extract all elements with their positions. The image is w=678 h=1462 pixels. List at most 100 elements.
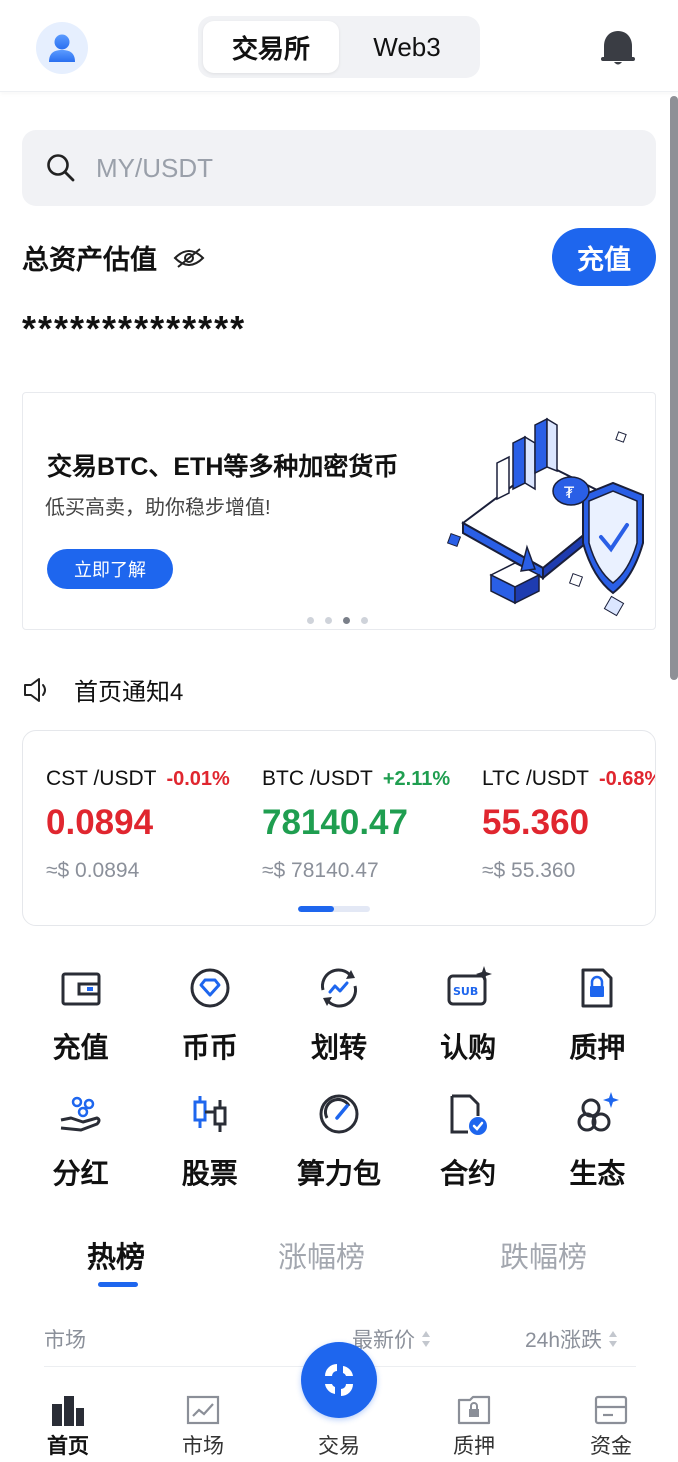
shortcut-ecosystem[interactable]: 生态	[533, 1090, 662, 1216]
carousel-dot[interactable]	[307, 617, 314, 624]
column-latest-price[interactable]: 最新价	[352, 1324, 431, 1354]
nav-label: 资金	[590, 1435, 632, 1458]
shortcut-subscribe[interactable]: SUB 认购	[404, 964, 533, 1090]
carousel-dot[interactable]	[361, 617, 368, 624]
nav-funds[interactable]: 资金	[561, 1394, 661, 1460]
recharge-button[interactable]: 充值	[552, 228, 656, 286]
ticker-item[interactable]: BTC /USDT +2.11% 78140.47 ≈$ 78140.47	[262, 767, 450, 883]
total-assets-label: 总资产估值	[22, 238, 205, 277]
ticker-item[interactable]: LTC /USDT -0.68% 55.360 ≈$ 55.360	[482, 767, 656, 883]
shortcut-label: 划转	[310, 1032, 367, 1063]
column-label: 市场	[44, 1329, 86, 1352]
search-icon	[47, 154, 75, 182]
shortcut-recharge[interactable]: 充值	[16, 964, 145, 1090]
svg-text:₮: ₮	[564, 483, 575, 502]
ticker-price: 55.360	[482, 803, 590, 842]
search-bar[interactable]: MY/USDT	[22, 130, 656, 206]
subscribe-icon: SUB	[447, 966, 493, 1006]
tab-web3[interactable]: Web3	[339, 21, 475, 73]
nav-pledge[interactable]: 质押	[424, 1394, 524, 1460]
diamond-coin-icon	[190, 968, 230, 1008]
scrollbar[interactable]	[670, 96, 678, 680]
shortcut-label: 充值	[52, 1032, 109, 1063]
tab-hot[interactable]: 热榜	[87, 1234, 145, 1276]
ticker-price: 0.0894	[46, 803, 154, 842]
candlestick-icon	[193, 1096, 227, 1132]
shortcut-grid: 充值 币币 划转 SUB 认购 质押 分红 股票 算力包 合约 生态	[16, 964, 662, 1216]
nav-label: 质押	[453, 1435, 495, 1458]
promo-banner[interactable]: 交易BTC、ETH等多种加密货币 低买高卖，助你稳步增值! 立即了解 ₮	[22, 392, 656, 630]
exchange-web3-switch: 交易所 Web3	[198, 16, 480, 78]
ecosystem-icon	[577, 1092, 620, 1132]
shortcut-label: 算力包	[296, 1158, 381, 1189]
column-market: 市场	[44, 1324, 86, 1354]
ticker-usd-value: ≈$ 0.0894	[46, 859, 140, 882]
ticker-pair: LTC /USDT	[482, 767, 589, 790]
shortcut-transfer[interactable]: 划转	[274, 964, 403, 1090]
ranking-tabs: 热榜 涨幅榜 跌幅榜	[0, 1232, 678, 1292]
tab-exchange[interactable]: 交易所	[203, 21, 339, 73]
ticker-change: -0.68%	[598, 768, 656, 790]
carousel-dots	[307, 617, 368, 624]
carousel-dot-active[interactable]	[343, 617, 350, 624]
shortcut-hashrate[interactable]: 算力包	[274, 1090, 403, 1216]
transfer-icon	[320, 968, 357, 1008]
bell-icon[interactable]	[598, 28, 638, 68]
notice-text: 首页通知4	[74, 679, 184, 706]
nav-home[interactable]: 首页	[18, 1394, 118, 1460]
wallet-icon	[61, 972, 101, 1006]
tab-gainers[interactable]: 涨幅榜	[278, 1234, 365, 1276]
shortcut-dividend[interactable]: 分红	[16, 1090, 145, 1216]
dividend-hand-icon	[60, 1096, 101, 1132]
nav-label: 首页	[47, 1435, 89, 1458]
home-icon	[52, 1396, 84, 1426]
ticker-scroll-indicator	[298, 906, 370, 912]
active-tab-indicator	[98, 1282, 138, 1287]
shortcut-contract[interactable]: 合约	[404, 1090, 533, 1216]
learn-more-button[interactable]: 立即了解	[47, 549, 173, 589]
nav-trade-button[interactable]	[301, 1342, 377, 1418]
banner-subtitle: 低买高卖，助你稳步增值!	[45, 497, 271, 519]
shortcut-stocks[interactable]: 股票	[145, 1090, 274, 1216]
shortcut-label: 合约	[440, 1158, 497, 1189]
market-chart-icon	[186, 1395, 220, 1425]
banner-title: 交易BTC、ETH等多种加密货币	[47, 453, 399, 481]
pledge-icon	[457, 1395, 491, 1425]
nav-label: 市场	[182, 1435, 224, 1458]
contract-icon	[450, 1094, 488, 1135]
sort-icon	[609, 1331, 618, 1347]
svg-text:SUB: SUB	[453, 985, 478, 998]
ticker-pair: CST /USDT	[46, 767, 157, 790]
column-label: 24h涨跌	[525, 1329, 603, 1352]
gauge-icon	[319, 1094, 359, 1134]
shortcut-label: 股票	[181, 1158, 238, 1189]
total-assets-value: **************	[22, 308, 247, 349]
shortcut-label: 分红	[52, 1158, 109, 1189]
home-notice[interactable]: 首页通知4	[22, 672, 183, 707]
crypto-security-illustration: ₮	[446, 417, 644, 617]
shortcut-pledge[interactable]: 质押	[533, 964, 662, 1090]
ticker-usd-value: ≈$ 55.360	[482, 859, 576, 882]
nav-market[interactable]: 市场	[153, 1394, 253, 1460]
tab-losers[interactable]: 跌幅榜	[500, 1234, 587, 1276]
shortcut-label: 币币	[181, 1032, 238, 1063]
carousel-dot[interactable]	[325, 617, 332, 624]
eye-hidden-icon[interactable]	[173, 247, 205, 269]
search-input[interactable]: MY/USDT	[96, 153, 213, 184]
shortcut-spot[interactable]: 币币	[145, 964, 274, 1090]
column-24h-change[interactable]: 24h涨跌	[525, 1324, 618, 1354]
ticker-change: -0.01%	[166, 768, 230, 790]
ticker-price: 78140.47	[262, 803, 408, 842]
user-icon	[49, 34, 75, 62]
sort-icon	[422, 1331, 430, 1347]
top-header: 交易所 Web3	[0, 0, 678, 92]
ticker-item[interactable]: CST /USDT -0.01% 0.0894 ≈$ 0.0894	[46, 767, 230, 883]
ticker-pair: BTC /USDT	[262, 767, 373, 790]
ticker-change: +2.11%	[382, 768, 451, 790]
ticker-usd-value: ≈$ 78140.47	[262, 859, 379, 882]
lock-file-icon	[581, 968, 613, 1008]
speaker-icon	[24, 677, 46, 702]
shortcut-label: 生态	[569, 1158, 626, 1189]
shortcut-label: 质押	[569, 1032, 626, 1063]
avatar[interactable]	[36, 22, 88, 74]
